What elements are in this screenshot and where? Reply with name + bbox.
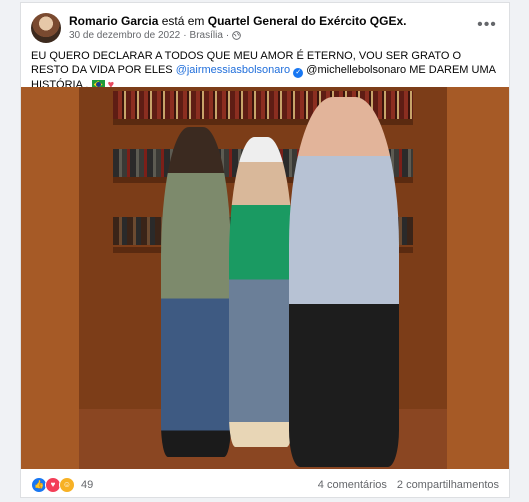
person-left: [161, 127, 231, 457]
comments-link[interactable]: 4 comentários: [318, 479, 387, 491]
author-avatar[interactable]: [31, 13, 61, 43]
haha-icon: ☺: [59, 477, 75, 493]
post-text: EU QUERO DECLARAR A TODOS QUE MEU AMOR É…: [31, 49, 501, 92]
post-card: Romario Garcia está em Quartel General d…: [20, 2, 510, 498]
author-name[interactable]: Romario Garcia: [69, 14, 158, 28]
place-link[interactable]: Quartel General do Exército QGEx.: [208, 14, 407, 28]
mention-jairmessiasbolsonaro[interactable]: @jairmessiasbolsonaro: [176, 64, 291, 76]
post-photo[interactable]: [21, 87, 509, 469]
shares-link[interactable]: 2 compartilhamentos: [397, 479, 499, 491]
verified-badge-icon: ✓: [293, 68, 304, 78]
meta-separator: ·: [183, 30, 187, 41]
post-location: Brasília: [189, 30, 223, 41]
post-title: Romario Garcia está em Quartel General d…: [69, 14, 406, 29]
more-options-button[interactable]: •••: [473, 15, 501, 39]
post-date[interactable]: 30 de dezembro de 2022: [69, 30, 180, 41]
reaction-count: 49: [81, 479, 94, 491]
globe-icon: [232, 31, 242, 40]
meta-separator-2: ·: [225, 30, 230, 41]
post-meta: 30 de dezembro de 2022 · Brasília ·: [69, 30, 242, 41]
post-header: Romario Garcia está em Quartel General d…: [29, 11, 501, 47]
connector-text: está em: [161, 14, 205, 28]
post-stats: 4 comentários 2 compartilhamentos: [318, 479, 499, 491]
person-right: [289, 97, 399, 467]
person-center: [229, 137, 293, 447]
reactions-summary[interactable]: 👍 ♥ ☺ 49: [31, 477, 93, 493]
